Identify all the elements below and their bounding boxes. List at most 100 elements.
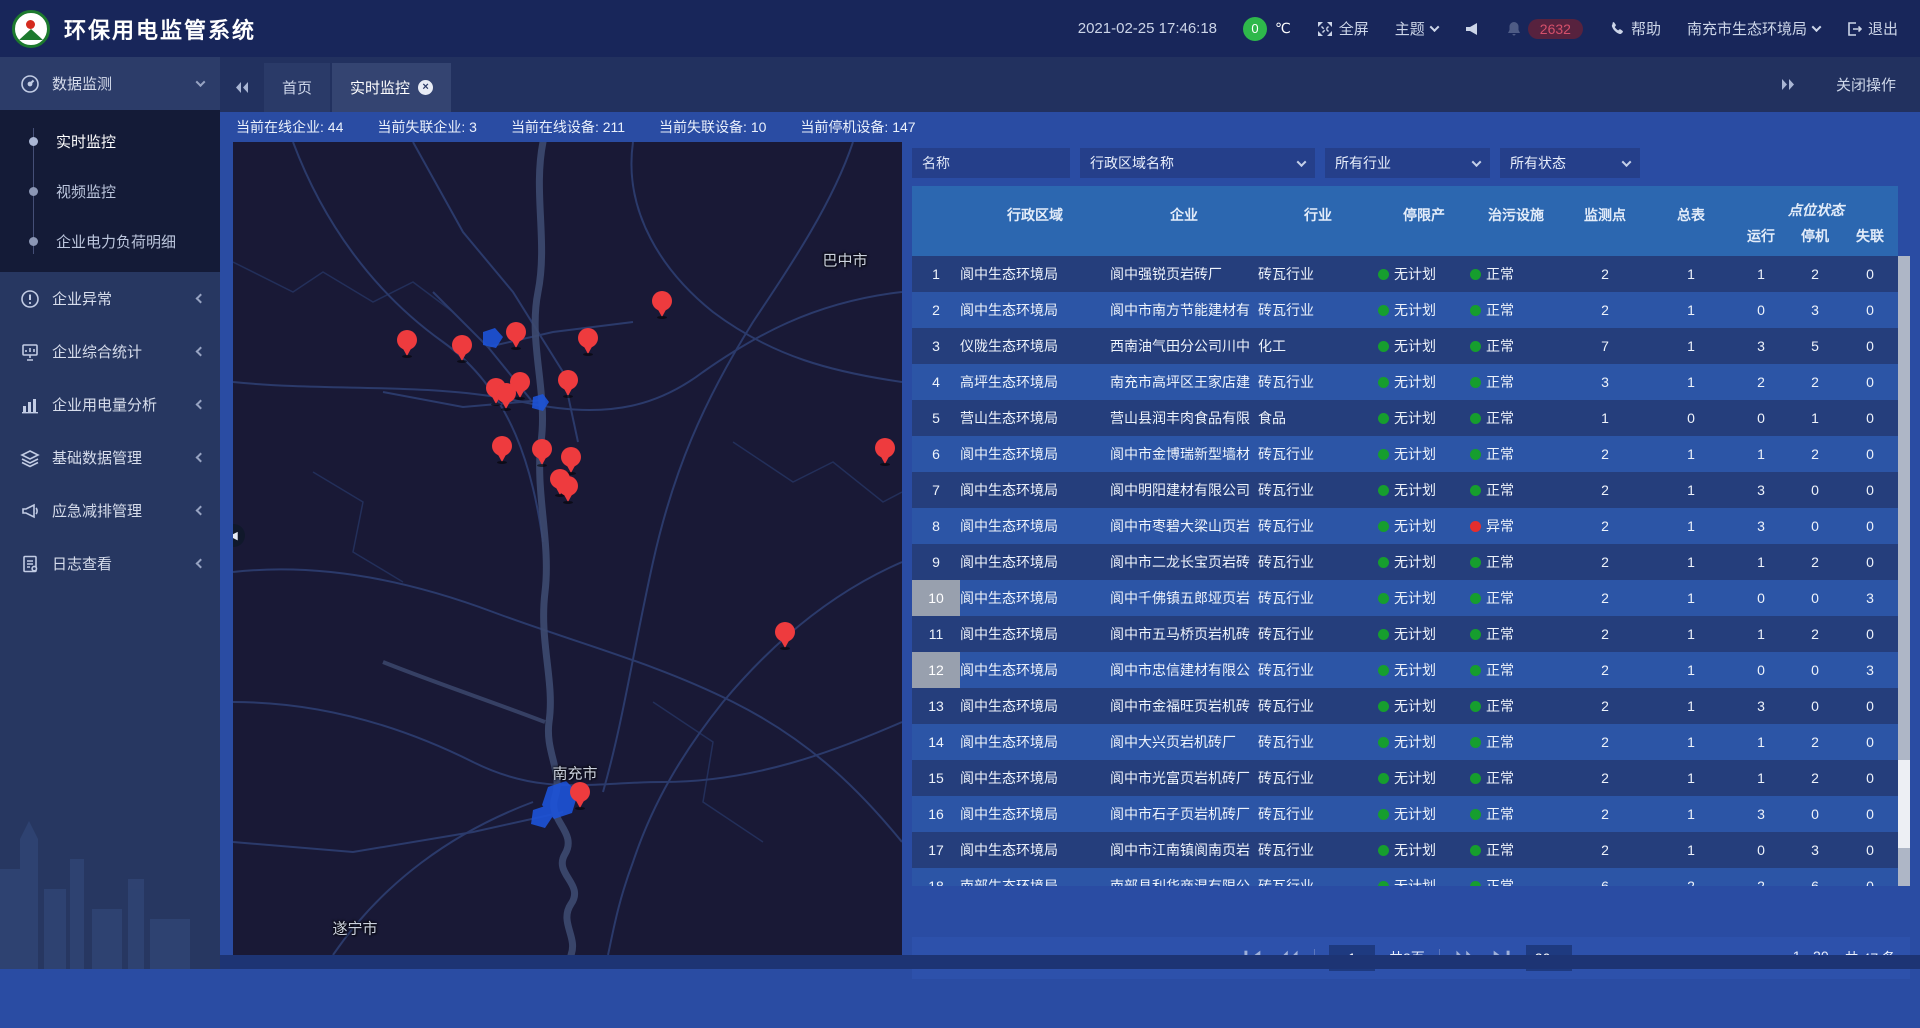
notifications[interactable]: 2632 [1506,19,1583,39]
chevron-down-icon [1429,22,1439,32]
help-button[interactable]: 帮助 [1609,18,1661,39]
sidebar-item-company-statistics[interactable]: 企业综合统计 [0,325,220,378]
name-search-input[interactable] [912,148,1070,178]
table-row[interactable]: 6阆中生态环境局阆中市金博瑞新型墙材砖瓦行业无计划正常21120 [912,436,1898,472]
map-pin[interactable] [774,622,796,650]
tab-home[interactable]: 首页 [264,63,330,112]
industry-select[interactable]: 所有行业 [1325,148,1490,178]
theme-dropdown[interactable]: 主题 [1395,18,1438,39]
cell-lost: 0 [1842,292,1898,328]
map-pin[interactable] [505,322,527,350]
cell-stop: 2 [1788,616,1842,652]
cell-region: 阆中生态环境局 [960,544,1110,580]
fullscreen-button[interactable]: 全屏 [1317,18,1369,39]
tab-close-icon[interactable]: × [418,80,433,95]
table-scrollbar[interactable] [1898,256,1910,886]
cell-stop: 6 [1788,868,1842,886]
gauge-icon [20,74,40,94]
bar-chart-icon [20,395,40,415]
tab-realtime-monitor[interactable]: 实时监控 × [332,63,451,112]
org-dropdown[interactable]: 南充市生态环境局 [1687,18,1820,39]
mute-button[interactable] [1464,21,1480,37]
table-row[interactable]: 1阆中生态环境局阆中强锐页岩砖厂砖瓦行业无计划正常21120 [912,256,1898,292]
table-row[interactable]: 12阆中生态环境局阆中市忠信建材有限公砖瓦行业无计划正常21003 [912,652,1898,688]
status-dot-icon [1470,269,1481,280]
cell-company: 营山县润丰肉食品有限 [1110,400,1258,436]
main-content: 巴中市南充市遂宁市 ◀ 行政区域名称 所有行业 所有状态 行政区域 [220,142,1920,969]
cell-industry: 砖瓦行业 [1258,616,1378,652]
cell-meter: 1 [1648,328,1734,364]
table-row[interactable]: 5营山生态环境局营山县润丰肉食品有限食品无计划正常10010 [912,400,1898,436]
table-row[interactable]: 4高坪生态环境局南充市高坪区王家店建砖瓦行业无计划正常31220 [912,364,1898,400]
table-row[interactable]: 2阆中生态环境局阆中市南方节能建材有砖瓦行业无计划正常21030 [912,292,1898,328]
sidebar-item-power-load-detail[interactable]: 企业电力负荷明细 [0,216,220,266]
map-pin[interactable] [874,438,896,466]
map-pin[interactable] [557,370,579,398]
map[interactable]: 巴中市南充市遂宁市 ◀ [233,142,902,955]
cell-industry: 砖瓦行业 [1258,544,1378,580]
app-logo [12,10,50,48]
cell-monitor: 2 [1562,508,1648,544]
col-index [912,180,960,250]
cell-facility: 正常 [1470,436,1562,472]
cell-stop: 2 [1788,544,1842,580]
sidebar-item-base-data[interactable]: 基础数据管理 [0,431,220,484]
table-row[interactable]: 9阆中生态环境局阆中市二龙长宝页岩砖砖瓦行业无计划正常21120 [912,544,1898,580]
cell-meter: 1 [1648,544,1734,580]
table-row[interactable]: 17阆中生态环境局阆中市江南镇阆南页岩砖瓦行业无计划正常21030 [912,832,1898,868]
cell-facility: 正常 [1470,724,1562,760]
cell-facility: 正常 [1470,688,1562,724]
col-point-status-group: 点位状态 运行 停机 失联 [1734,186,1898,256]
row-index: 4 [912,364,960,400]
cell-lost: 0 [1842,724,1898,760]
cell-meter: 1 [1648,832,1734,868]
stat-online-devices: 当前在线设备: 211 [511,117,625,137]
tabs-scroll-left-button[interactable] [220,63,264,112]
table-row[interactable]: 10阆中生态环境局阆中千佛镇五郎垭页岩砖瓦行业无计划正常21003 [912,580,1898,616]
cell-monitor: 2 [1562,436,1648,472]
table-row[interactable]: 14阆中生态环境局阆中大兴页岩机砖厂砖瓦行业无计划正常21120 [912,724,1898,760]
sidebar-item-data-monitor[interactable]: 数据监测 [0,57,220,110]
logout-button[interactable]: 退出 [1846,18,1898,39]
map-pin[interactable] [651,291,673,319]
sidebar-item-power-analysis[interactable]: 企业用电量分析 [0,378,220,431]
sidebar-item-emergency-reduction[interactable]: 应急减排管理 [0,484,220,537]
tabs-scroll-right-button[interactable] [1766,60,1810,109]
board-chart-icon [20,342,40,362]
notification-count: 2632 [1528,19,1583,39]
map-pin[interactable] [557,476,579,504]
status-dot-icon [1378,773,1389,784]
map-pin[interactable] [491,436,513,464]
map-city-label: 遂宁市 [332,918,377,939]
map-pin[interactable] [509,372,531,400]
map-pin[interactable] [569,782,591,810]
table-row[interactable]: 11阆中生态环境局阆中市五马桥页岩机砖砖瓦行业无计划正常21120 [912,616,1898,652]
map-pin[interactable] [396,330,418,358]
sidebar-item-video-monitor[interactable]: 视频监控 [0,166,220,216]
chevron-down-icon [1812,22,1822,32]
table-row[interactable]: 18南部生态环境局南部县利华商混有限公砖瓦行业无计划正常62260 [912,868,1898,886]
cell-company: 阆中大兴页岩机砖厂 [1110,724,1258,760]
status-dot-icon [1470,773,1481,784]
region-select[interactable]: 行政区域名称 [1080,148,1315,178]
sidebar-item-realtime-monitor[interactable]: 实时监控 [0,116,220,166]
cell-facility: 正常 [1470,832,1562,868]
status-select[interactable]: 所有状态 [1500,148,1640,178]
map-pin[interactable] [531,439,553,467]
sidebar-item-company-abnormal[interactable]: 企业异常 [0,272,220,325]
status-dot-icon [1470,413,1481,424]
sidebar-item-log-view[interactable]: 日志查看 [0,537,220,590]
close-operations-button[interactable]: 关闭操作 [1836,74,1896,95]
table-row[interactable]: 8阆中生态环境局阆中市枣碧大梁山页岩砖瓦行业无计划异常21300 [912,508,1898,544]
cell-stop: 0 [1788,508,1842,544]
table-row[interactable]: 13阆中生态环境局阆中市金福旺页岩机砖砖瓦行业无计划正常21300 [912,688,1898,724]
table-row[interactable]: 3仪陇生态环境局西南油气田分公司川中化工无计划正常71350 [912,328,1898,364]
table-row[interactable]: 7阆中生态环境局阆中明阳建材有限公司砖瓦行业无计划正常21300 [912,472,1898,508]
scrollbar-thumb[interactable] [1898,760,1910,848]
cell-stop: 0 [1788,796,1842,832]
table-row[interactable]: 15阆中生态环境局阆中市光富页岩机砖厂砖瓦行业无计划正常21120 [912,760,1898,796]
map-pin[interactable] [451,335,473,363]
map-pin[interactable] [577,328,599,356]
table-row[interactable]: 16阆中生态环境局阆中市石子页岩机砖厂砖瓦行业无计划正常21300 [912,796,1898,832]
status-dot-icon [1378,845,1389,856]
